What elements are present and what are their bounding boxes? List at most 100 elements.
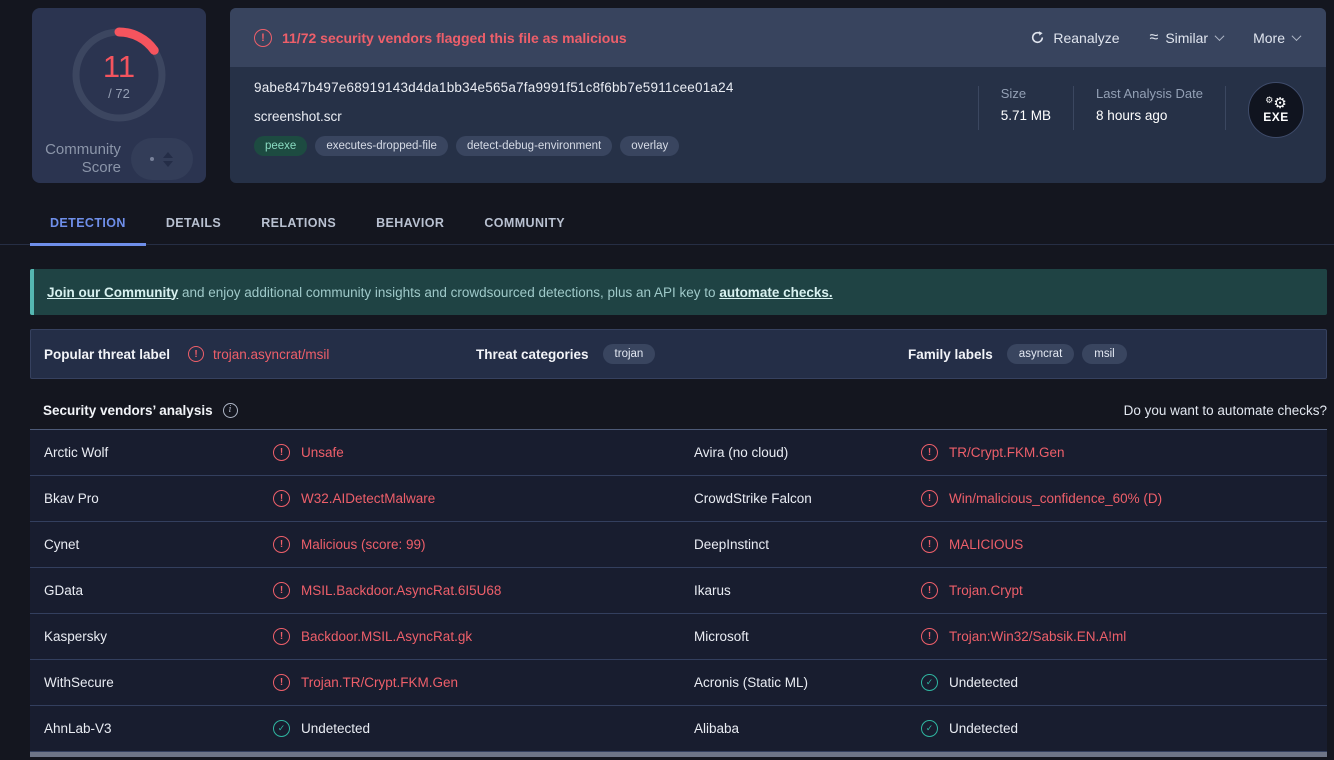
header-toolbar: ! 11/72 security vendors flagged this fi… (230, 8, 1326, 67)
score-value: 11 (103, 51, 135, 82)
chevron-down-icon (1215, 31, 1225, 41)
tab[interactable]: BEHAVIOR (356, 216, 464, 246)
table-row: WithSecure Trojan.TR/Crypt.FKM.Gen Acron… (30, 660, 1327, 706)
detection-alert: ! 11/72 security vendors flagged this fi… (254, 29, 627, 47)
table-row: Arctic Wolf Unsafe Avira (no cloud) TR/C… (30, 430, 1327, 476)
status-icon (921, 720, 938, 737)
detection-result: Trojan:Win32/Sabsik.EN.A!ml (921, 628, 1327, 645)
community-vote-widget[interactable] (131, 138, 193, 180)
detection-result: Malicious (score: 99) (273, 536, 694, 553)
result-text: Undetected (301, 721, 370, 736)
vendors-table: Arctic Wolf Unsafe Avira (no cloud) TR/C… (30, 429, 1327, 752)
file-tag[interactable]: executes-dropped-file (315, 136, 448, 156)
result-text: Undetected (949, 721, 1018, 736)
chevron-down-icon (1292, 31, 1302, 41)
file-tag[interactable]: detect-debug-environment (456, 136, 612, 156)
detection-result: MALICIOUS (921, 536, 1327, 553)
status-icon (273, 582, 290, 599)
last-analysis-label: Last Analysis Date (1096, 86, 1203, 101)
threat-categories-title: Threat categories (476, 347, 589, 362)
vote-dot-icon (150, 157, 154, 161)
status-icon (921, 582, 938, 599)
vendor-name: Acronis (Static ML) (694, 675, 921, 690)
tab-bar: DETECTION DETAILS RELATIONS BEHAVIOR COM… (0, 210, 1334, 245)
vendors-analysis-title: Security vendors’ analysis (43, 403, 213, 418)
banner-text: and enjoy additional community insights … (178, 285, 719, 300)
vendor-name: Cynet (44, 537, 273, 552)
detection-result: Unsafe (273, 444, 694, 461)
vote-down-icon[interactable] (163, 161, 173, 167)
join-community-link[interactable]: Join our Community (47, 285, 178, 300)
result-text: Malicious (score: 99) (301, 537, 426, 552)
file-tags: peexe executes-dropped-file detect-debug… (254, 136, 978, 156)
file-tag[interactable]: overlay (620, 136, 679, 156)
threat-category-pill[interactable]: trojan (603, 344, 656, 364)
family-labels: asyncrat msil (1007, 344, 1127, 364)
detection-score-gauge: 11 / 72 (69, 25, 169, 125)
table-row: AhnLab-V3 Undetected Alibaba Undetected (30, 706, 1327, 752)
alert-text: 11/72 security vendors flagged this file… (282, 30, 627, 46)
vendors-section-header: Security vendors’ analysis i Do you want… (30, 391, 1327, 429)
file-stats: Size 5.71 MB Last Analysis Date 8 hours … (978, 80, 1304, 171)
vendor-name: WithSecure (44, 675, 273, 690)
family-labels-title: Family labels (908, 347, 993, 362)
vendor-name: Microsoft (694, 629, 921, 644)
vendor-name: Arctic Wolf (44, 445, 273, 460)
status-icon (921, 490, 938, 507)
popular-threat-label-value[interactable]: trojan.asyncrat/msil (213, 347, 329, 362)
status-icon (273, 674, 290, 691)
info-icon[interactable]: i (223, 403, 238, 418)
automate-checks-question[interactable]: Do you want to automate checks? (1124, 403, 1327, 418)
detection-result: Backdoor.MSIL.AsyncRat.gk (273, 628, 694, 645)
detection-result: Win/malicious_confidence_60% (D) (921, 490, 1327, 507)
result-text: W32.AIDetectMalware (301, 491, 435, 506)
similar-icon: ≈ (1150, 29, 1158, 47)
size-label: Size (1001, 86, 1051, 101)
detection-result: Undetected (921, 720, 1327, 737)
table-row: Cynet Malicious (score: 99) DeepInstinct… (30, 522, 1327, 568)
detection-result: Trojan.Crypt (921, 582, 1327, 599)
more-button[interactable]: More (1253, 30, 1300, 46)
file-tag[interactable]: peexe (254, 136, 307, 156)
detection-result: Trojan.TR/Crypt.FKM.Gen (273, 674, 694, 691)
similar-button[interactable]: ≈ Similar (1150, 29, 1224, 47)
result-text: Trojan:Win32/Sabsik.EN.A!ml (949, 629, 1126, 644)
gear-icon: ⚙⚙ (1265, 96, 1287, 111)
score-card: 11 / 72 Community Score (32, 8, 206, 183)
size-value: 5.71 MB (1001, 108, 1051, 123)
automate-checks-link[interactable]: automate checks. (719, 285, 832, 300)
top-section: 11 / 72 Community Score ! 11/72 securit (0, 0, 1334, 183)
reanalyze-button[interactable]: Reanalyze (1030, 30, 1119, 46)
result-text: Trojan.TR/Crypt.FKM.Gen (301, 675, 458, 690)
tab[interactable]: DETECTION (30, 216, 146, 246)
threat-label-card: Popular threat label ! trojan.asyncrat/m… (30, 329, 1327, 379)
vote-up-icon[interactable] (163, 152, 173, 158)
last-analysis-value: 8 hours ago (1096, 108, 1203, 123)
score-total: / 72 (108, 86, 130, 101)
filetype-exe-badge: ⚙⚙ EXE (1248, 82, 1304, 138)
next-row-partial (30, 752, 1327, 757)
vendor-name: Kaspersky (44, 629, 273, 644)
status-icon (921, 628, 938, 645)
detection-result: TR/Crypt.FKM.Gen (921, 444, 1327, 461)
table-row: Bkav Pro W32.AIDetectMalware CrowdStrike… (30, 476, 1327, 522)
status-icon (921, 536, 938, 553)
result-text: Win/malicious_confidence_60% (D) (949, 491, 1162, 506)
family-label-pill[interactable]: asyncrat (1007, 344, 1074, 364)
result-text: TR/Crypt.FKM.Gen (949, 445, 1065, 460)
file-hash[interactable]: 9abe847b497e68919143d4da1bb34e565a7fa999… (254, 80, 978, 95)
detection-result: MSIL.Backdoor.AsyncRat.6I5U68 (273, 582, 694, 599)
status-icon (273, 444, 290, 461)
result-text: MSIL.Backdoor.AsyncRat.6I5U68 (301, 583, 501, 598)
tab[interactable]: DETAILS (146, 216, 241, 246)
result-text: Undetected (949, 675, 1018, 690)
vendor-name: Alibaba (694, 721, 921, 736)
vendor-name: Ikarus (694, 583, 921, 598)
file-header-card: ! 11/72 security vendors flagged this fi… (230, 8, 1326, 183)
community-banner: Join our Community and enjoy additional … (30, 269, 1327, 315)
tab[interactable]: RELATIONS (241, 216, 356, 246)
detection-result: Undetected (921, 674, 1327, 691)
tab[interactable]: COMMUNITY (464, 216, 585, 246)
vendor-name: GData (44, 583, 273, 598)
family-label-pill[interactable]: msil (1082, 344, 1126, 364)
